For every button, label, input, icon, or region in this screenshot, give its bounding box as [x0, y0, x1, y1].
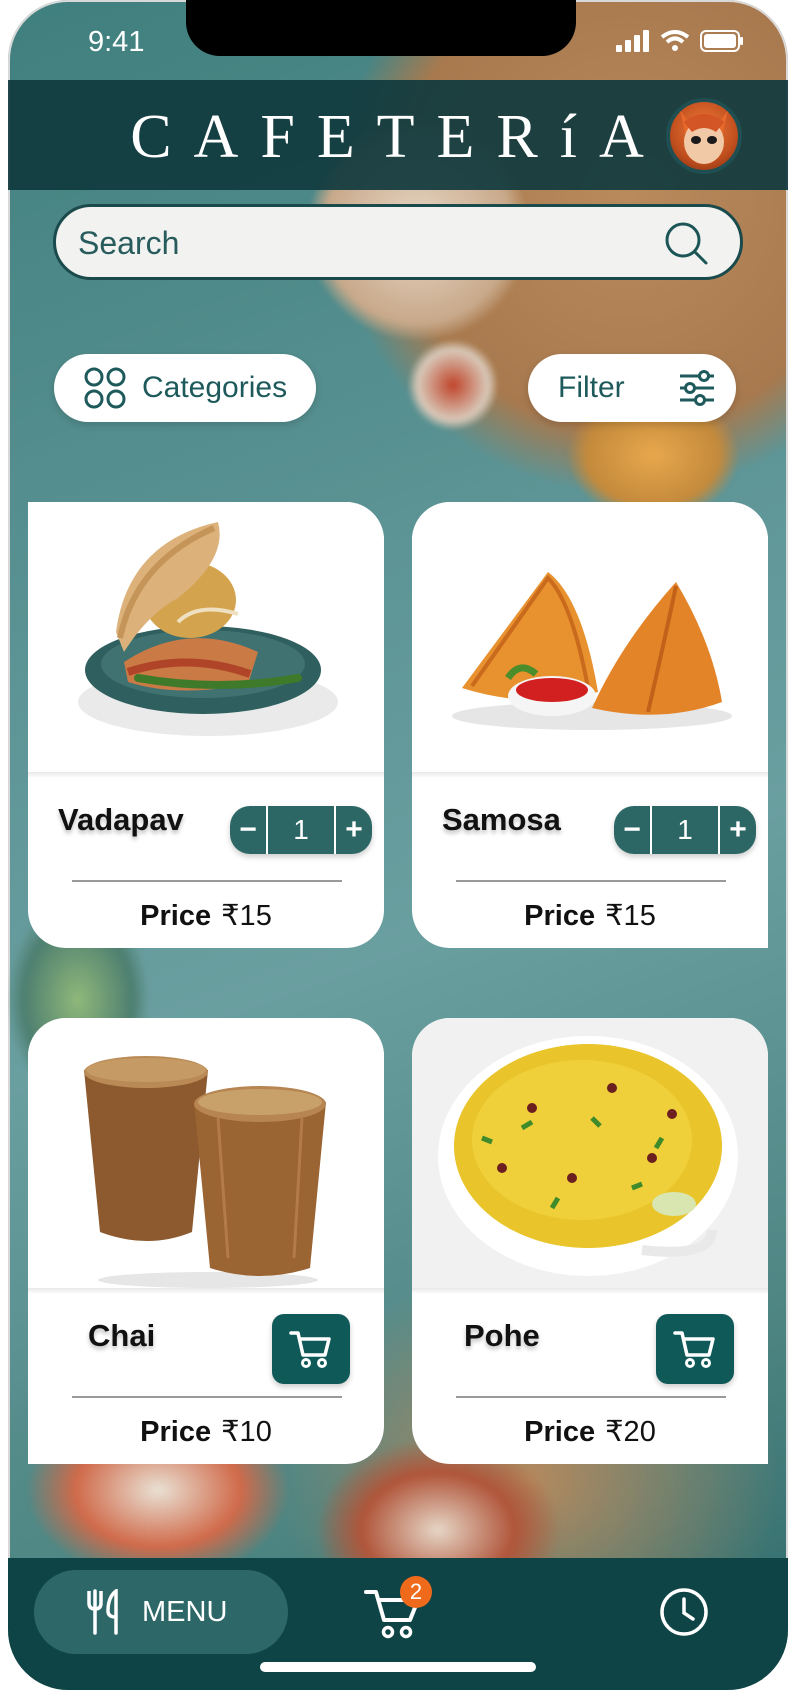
increment-button[interactable]: + — [720, 806, 756, 854]
search-icon[interactable] — [662, 219, 710, 267]
quantity-value: 1 — [650, 806, 720, 854]
card-divider — [456, 880, 726, 882]
samosa-image — [452, 572, 732, 730]
photo-divider — [28, 772, 384, 778]
price-label: Price — [524, 1416, 596, 1448]
home-indicator — [260, 1662, 536, 1672]
status-icons — [616, 30, 744, 52]
camera-notch — [186, 0, 576, 56]
food-photo — [412, 502, 768, 774]
photo-divider — [412, 1288, 768, 1294]
food-price-row: Price ₹15 — [412, 898, 768, 933]
categories-grid-icon — [84, 367, 126, 409]
clock-icon[interactable] — [658, 1586, 710, 1638]
card-divider — [72, 880, 342, 882]
fork-knife-icon — [87, 1589, 118, 1635]
signal-icon — [616, 30, 649, 52]
decrement-button[interactable]: − — [230, 806, 266, 854]
card-divider — [72, 1396, 342, 1398]
cart-icon — [289, 1331, 331, 1368]
fox-avatar-icon — [680, 110, 728, 164]
food-photo — [412, 1018, 768, 1290]
vadapav-image — [78, 522, 338, 736]
decrement-button[interactable]: − — [614, 806, 650, 854]
add-to-cart-button[interactable] — [656, 1314, 734, 1384]
search-input[interactable] — [78, 219, 638, 267]
search-bar[interactable] — [53, 204, 743, 280]
food-card-pohe[interactable]: Pohe Price ₹20 — [412, 1018, 768, 1464]
pohe-image — [438, 1036, 738, 1276]
food-price-row: Price ₹20 — [412, 1414, 768, 1449]
bg-bowl — [408, 340, 498, 430]
status-time: 9:41 — [88, 26, 145, 58]
avatar[interactable] — [666, 98, 742, 174]
food-name: Vadapav — [58, 802, 184, 837]
price-label: Price — [140, 1416, 212, 1448]
food-name: Pohe — [464, 1318, 540, 1353]
battery-icon — [700, 30, 743, 52]
food-card-chai[interactable]: Chai Price ₹10 — [28, 1018, 384, 1464]
price-value: ₹20 — [605, 1416, 656, 1448]
food-card-samosa[interactable]: Samosa − 1 + Price ₹15 — [412, 502, 768, 948]
cart-count-badge: 2 — [400, 1576, 432, 1608]
price-label: Price — [524, 900, 596, 932]
photo-divider — [28, 1288, 384, 1294]
food-name: Chai — [88, 1318, 156, 1353]
price-value: ₹15 — [221, 900, 272, 932]
quantity-value: 1 — [266, 806, 336, 854]
food-price-row: Price ₹10 — [28, 1414, 384, 1449]
photo-divider — [412, 772, 768, 778]
food-price-row: Price ₹15 — [28, 898, 384, 933]
filter-button[interactable]: Filter — [528, 354, 736, 422]
card-divider — [456, 1396, 726, 1398]
bottom-navigation: MENU 2 — [8, 1558, 788, 1690]
food-photo — [28, 502, 384, 774]
nav-menu-label: MENU — [142, 1595, 228, 1628]
nav-menu-button[interactable]: MENU — [34, 1570, 288, 1654]
app-header: CAFETERíA — [8, 80, 788, 190]
increment-button[interactable]: + — [336, 806, 372, 854]
food-photo — [28, 1018, 384, 1290]
categories-button[interactable]: Categories — [54, 354, 316, 422]
categories-label: Categories — [142, 371, 288, 404]
quantity-stepper[interactable]: − 1 + — [614, 806, 756, 854]
price-label: Price — [140, 900, 212, 932]
wifi-icon — [660, 30, 690, 51]
sliders-icon — [680, 370, 714, 406]
price-value: ₹15 — [605, 900, 656, 932]
food-card-vadapav[interactable]: Vadapav − 1 + Price ₹15 — [28, 502, 384, 948]
chai-image — [84, 1056, 326, 1288]
food-name: Samosa — [442, 802, 561, 837]
price-value: ₹10 — [221, 1416, 272, 1448]
filter-label: Filter — [558, 371, 625, 404]
phone-screen: 9:41 CAFETERíA Search Categories Filter … — [8, 0, 788, 1690]
add-to-cart-button[interactable] — [272, 1314, 350, 1384]
quantity-stepper[interactable]: − 1 + — [230, 806, 372, 854]
cart-icon — [673, 1331, 715, 1368]
